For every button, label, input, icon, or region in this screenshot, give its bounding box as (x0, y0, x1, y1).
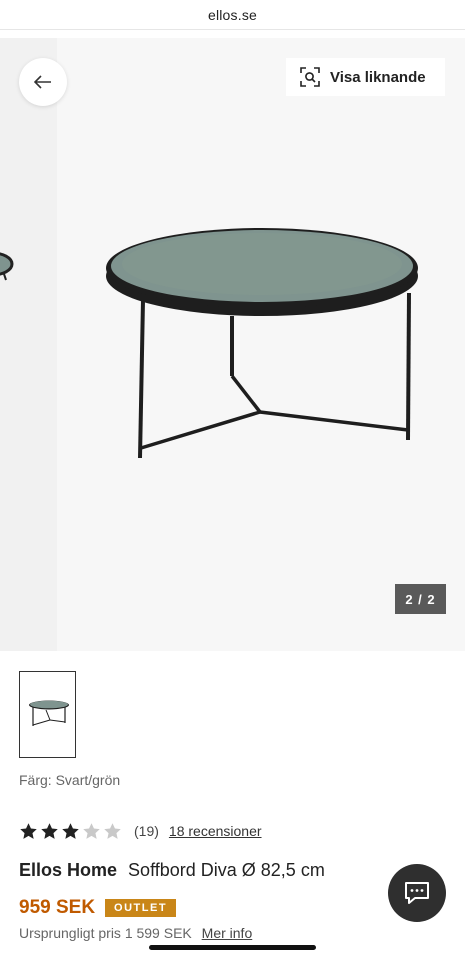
star-icon (20, 822, 37, 839)
image-thumbnail[interactable] (19, 671, 76, 758)
star-rating (19, 822, 124, 841)
outlet-badge: OUTLET (105, 899, 177, 917)
rating-count: (19) (134, 823, 159, 839)
price-row: 959 SEK OUTLET (19, 897, 177, 919)
product-rating: (19) 18 recensioner (19, 820, 262, 842)
show-similar-label: Visa liknande (330, 68, 426, 86)
more-info-link[interactable]: Mer info (202, 925, 253, 941)
thumbnail-image (28, 700, 69, 726)
image-counter: 2 / 2 (395, 584, 446, 614)
star-empty-icon (104, 822, 121, 839)
star-icon (41, 822, 58, 839)
browser-url-bar[interactable]: ellos.se (0, 0, 465, 30)
star-empty-icon (83, 822, 100, 839)
color-label: Färg: Svart/grön (19, 772, 121, 788)
previous-product-image (0, 252, 14, 281)
original-price: Ursprungligt pris 1 599 SEK (19, 925, 192, 941)
show-similar-button[interactable]: Visa liknande (286, 58, 445, 96)
original-price-row: Ursprungligt pris 1 599 SEK Mer info (19, 925, 252, 941)
home-indicator (149, 945, 316, 950)
product-name: Soffbord Diva Ø 82,5 cm (128, 860, 325, 880)
product-image (106, 228, 418, 459)
star-icon (62, 822, 79, 839)
chat-button[interactable] (388, 864, 446, 922)
product-brand: Ellos Home (19, 860, 118, 880)
reviews-link[interactable]: 18 recensioner (169, 823, 262, 839)
product-title: Ellos Home Soffbord Diva Ø 82,5 cm (19, 860, 325, 881)
url-text: ellos.se (207, 6, 258, 23)
current-slide (57, 38, 465, 651)
previous-slide-peek[interactable] (0, 38, 57, 651)
back-button[interactable] (19, 58, 67, 106)
product-image-gallery[interactable]: Visa liknande 2 / 2 (0, 38, 465, 651)
arrow-left-icon (34, 75, 51, 89)
product-price: 959 SEK (19, 897, 96, 918)
chat-icon (405, 882, 429, 904)
visual-search-icon (300, 67, 320, 87)
